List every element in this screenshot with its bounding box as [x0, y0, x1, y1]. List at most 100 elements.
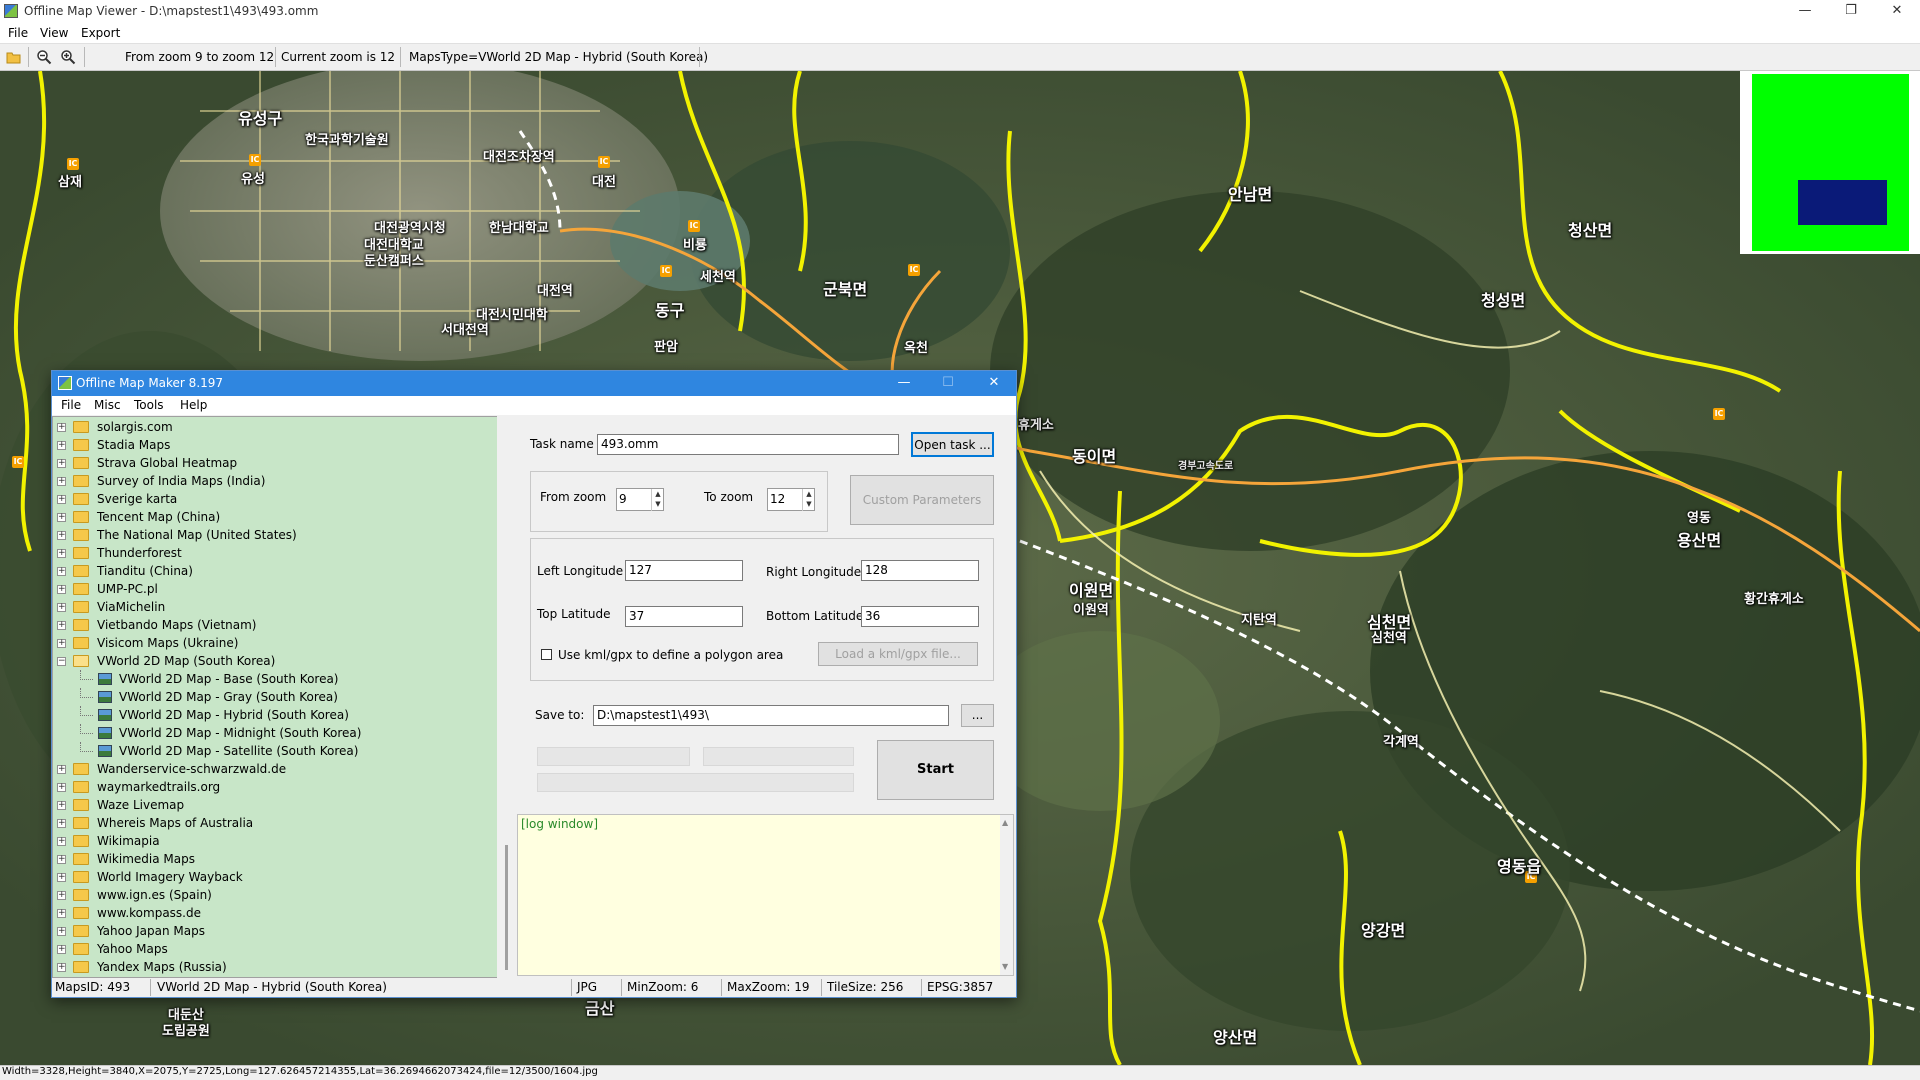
- zoom-in-icon[interactable]: [60, 49, 76, 65]
- tree-folder-item[interactable]: + Yandex Maps (Russia): [52, 958, 496, 976]
- tree-folder-item[interactable]: + solargis.com: [52, 418, 496, 436]
- use-kml-checkbox[interactable]: [541, 649, 552, 660]
- tree-item-label: UMP-PC.pl: [97, 582, 158, 596]
- dialog-menu-tools[interactable]: Tools: [134, 398, 164, 412]
- scroll-up-icon[interactable]: ▲: [1002, 818, 1008, 827]
- tree-folder-item[interactable]: + Tianditu (China): [52, 562, 496, 580]
- tree-folder-item[interactable]: + www.ign.es (Spain): [52, 886, 496, 904]
- minimize-button[interactable]: —: [1782, 0, 1828, 23]
- expand-icon[interactable]: +: [57, 603, 66, 612]
- tree-folder-item[interactable]: + Sverige karta: [52, 490, 496, 508]
- expand-icon[interactable]: +: [57, 477, 66, 486]
- expand-icon[interactable]: +: [57, 801, 66, 810]
- tree-map-item[interactable]: VWorld 2D Map - Base (South Korea): [52, 670, 496, 688]
- top-latitude-input[interactable]: 37: [625, 606, 743, 627]
- tree-folder-item[interactable]: + World Imagery Wayback: [52, 868, 496, 886]
- tree-folder-item[interactable]: + Tencent Map (China): [52, 508, 496, 526]
- tree-folder-item[interactable]: + Vietbando Maps (Vietnam): [52, 616, 496, 634]
- expand-icon[interactable]: +: [57, 423, 66, 432]
- tree-folder-item[interactable]: + Waze Livemap: [52, 796, 496, 814]
- left-longitude-input[interactable]: 127: [625, 560, 743, 581]
- tree-folder-item[interactable]: + Wanderservice-schwarzwald.de: [52, 760, 496, 778]
- minimap-viewport[interactable]: [1798, 180, 1887, 225]
- expand-icon[interactable]: +: [57, 945, 66, 954]
- tree-folder-item[interactable]: + Visicom Maps (Ukraine): [52, 634, 496, 652]
- status-separator: [921, 979, 922, 996]
- expand-icon[interactable]: +: [57, 621, 66, 630]
- tree-folder-item[interactable]: + ViaMichelin: [52, 598, 496, 616]
- expand-icon[interactable]: +: [57, 567, 66, 576]
- tree-map-item[interactable]: VWorld 2D Map - Hybrid (South Korea): [52, 706, 496, 724]
- expand-icon[interactable]: +: [57, 639, 66, 648]
- zoom-out-icon[interactable]: [36, 49, 52, 65]
- menu-file[interactable]: File: [8, 26, 28, 40]
- expand-icon[interactable]: +: [57, 459, 66, 468]
- browse-button[interactable]: ...: [961, 704, 994, 727]
- tree-folder-item[interactable]: + Wikimapia: [52, 832, 496, 850]
- dialog-close-button[interactable]: ✕: [974, 372, 1014, 395]
- to-zoom-stepper-icon[interactable]: ▲ ▼: [802, 489, 815, 511]
- tree-folder-item[interactable]: + Whereis Maps of Australia: [52, 814, 496, 832]
- folder-icon: [73, 475, 89, 487]
- tree-folder-item[interactable]: + www.kompass.de: [52, 904, 496, 922]
- from-zoom-value[interactable]: 9: [619, 492, 627, 506]
- expand-icon[interactable]: +: [57, 819, 66, 828]
- tree-map-item[interactable]: VWorld 2D Map - Gray (South Korea): [52, 688, 496, 706]
- menu-view[interactable]: View: [40, 26, 68, 40]
- expand-icon[interactable]: +: [57, 927, 66, 936]
- tree-folder-item[interactable]: + Thunderforest: [52, 544, 496, 562]
- map-label: 대전역: [537, 284, 573, 299]
- tree-folder-item[interactable]: − VWorld 2D Map (South Korea): [52, 652, 496, 670]
- tree-folder-item[interactable]: + Strava Global Heatmap: [52, 454, 496, 472]
- expand-icon[interactable]: +: [57, 765, 66, 774]
- save-to-input[interactable]: D:\mapstest1\493\: [593, 705, 949, 726]
- tree-folder-item[interactable]: + Yahoo Japan Maps: [52, 922, 496, 940]
- map-label: 군북면: [823, 280, 868, 299]
- expand-icon[interactable]: +: [57, 549, 66, 558]
- to-zoom-value[interactable]: 12: [770, 492, 785, 506]
- from-zoom-stepper-icon[interactable]: ▲ ▼: [651, 489, 664, 511]
- right-longitude-input[interactable]: 128: [861, 560, 979, 581]
- map-label: 한국과학기술원: [305, 133, 389, 148]
- tree-folder-item[interactable]: + Stadia Maps: [52, 436, 496, 454]
- tree-folder-item[interactable]: + Yahoo Maps: [52, 940, 496, 958]
- expand-icon[interactable]: +: [57, 783, 66, 792]
- scroll-down-icon[interactable]: ▼: [1002, 962, 1008, 971]
- expand-icon[interactable]: +: [57, 585, 66, 594]
- tree-folder-item[interactable]: + The National Map (United States): [52, 526, 496, 544]
- tree-map-item[interactable]: VWorld 2D Map - Satellite (South Korea): [52, 742, 496, 760]
- log-window[interactable]: [517, 814, 1014, 976]
- tree-scrollbar-thumb[interactable]: [505, 845, 508, 970]
- close-button[interactable]: ✕: [1874, 0, 1920, 23]
- expand-icon[interactable]: +: [57, 495, 66, 504]
- open-task-button[interactable]: Open task ...: [911, 432, 994, 457]
- dialog-minimize-button[interactable]: —: [884, 372, 924, 395]
- expand-icon[interactable]: +: [57, 531, 66, 540]
- expand-icon[interactable]: +: [57, 441, 66, 450]
- open-folder-icon[interactable]: [6, 49, 22, 65]
- expand-icon[interactable]: +: [57, 855, 66, 864]
- expand-icon[interactable]: +: [57, 873, 66, 882]
- start-button[interactable]: Start: [877, 740, 994, 800]
- task-name-input[interactable]: 493.omm: [597, 434, 899, 455]
- menu-export[interactable]: Export: [81, 26, 120, 40]
- folder-icon: [73, 601, 89, 613]
- bottom-latitude-input[interactable]: 36: [861, 606, 979, 627]
- expand-icon[interactable]: +: [57, 837, 66, 846]
- tree-map-item[interactable]: VWorld 2D Map - Midnight (South Korea): [52, 724, 496, 742]
- tree-folder-item[interactable]: + UMP-PC.pl: [52, 580, 496, 598]
- expand-icon[interactable]: +: [57, 963, 66, 972]
- restore-button[interactable]: ❐: [1828, 0, 1874, 23]
- tree-folder-item[interactable]: + Wikimedia Maps: [52, 850, 496, 868]
- dialog-menu-misc[interactable]: Misc: [94, 398, 121, 412]
- expand-icon[interactable]: +: [57, 513, 66, 522]
- collapse-icon[interactable]: −: [57, 657, 66, 666]
- map-label: 동구: [655, 301, 685, 320]
- tree-folder-item[interactable]: + waymarkedtrails.org: [52, 778, 496, 796]
- dialog-menu-file[interactable]: File: [61, 398, 81, 412]
- expand-icon[interactable]: +: [57, 909, 66, 918]
- tree-folder-item[interactable]: + Survey of India Maps (India): [52, 472, 496, 490]
- dialog-menu-help[interactable]: Help: [180, 398, 207, 412]
- log-scrollbar[interactable]: [1000, 815, 1013, 975]
- expand-icon[interactable]: +: [57, 891, 66, 900]
